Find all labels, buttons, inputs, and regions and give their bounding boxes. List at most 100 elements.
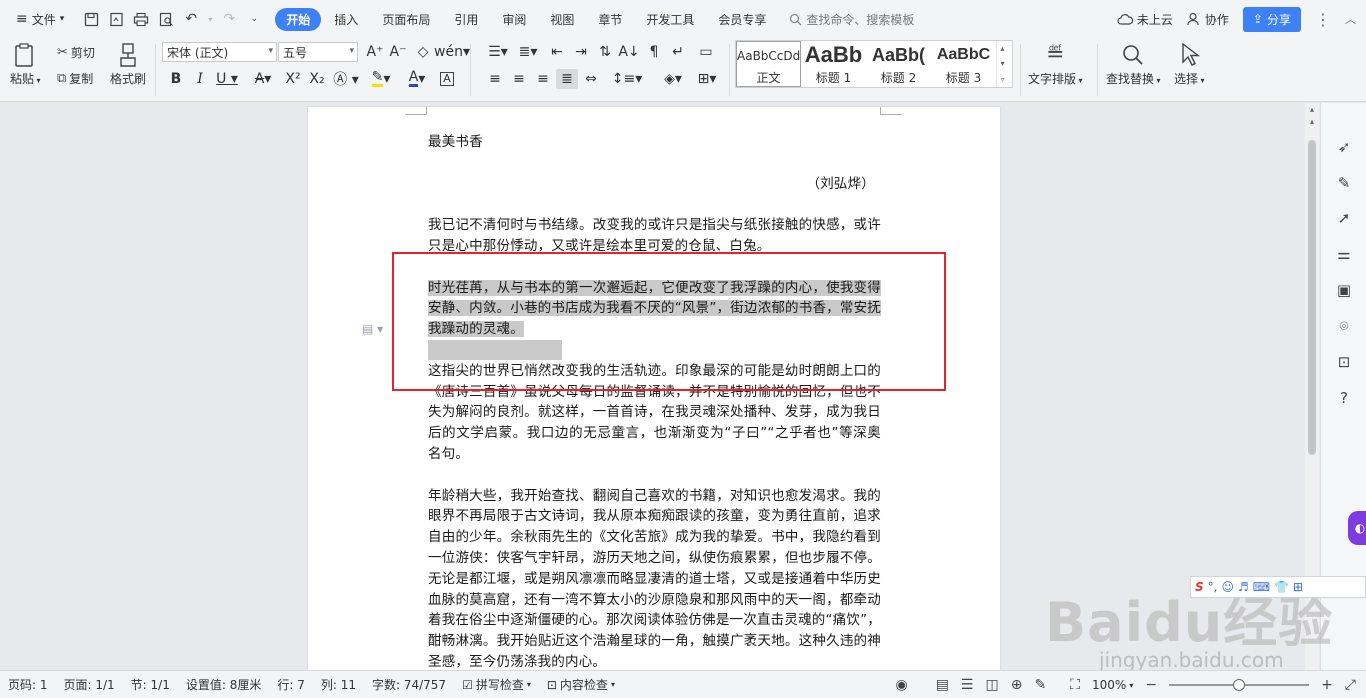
ruler-icon[interactable]: ▭ xyxy=(693,42,719,62)
more-options-icon[interactable]: ⋮ xyxy=(1315,10,1331,29)
decrease-font-size-icon[interactable]: A⁻ xyxy=(387,42,409,62)
increase-indent-icon[interactable]: ⇥ xyxy=(570,42,592,62)
font-size-select[interactable]: 五号 ▾ xyxy=(278,42,358,62)
superscript-icon[interactable]: X² xyxy=(282,69,304,89)
sliders-icon[interactable]: ⚌ xyxy=(1334,244,1354,264)
keyboard-icon[interactable]: ⌨ xyxy=(1253,580,1270,594)
cloud-status-button[interactable]: 未上云 xyxy=(1117,11,1173,28)
shading-icon[interactable]: ◈▾ xyxy=(658,69,688,89)
tab-references[interactable]: 引用 xyxy=(443,8,489,31)
paste-button[interactable]: 粘贴 ▾ xyxy=(10,42,41,87)
rocket-icon[interactable]: ➶ xyxy=(1334,137,1354,157)
phonetic-guide-icon[interactable]: wén▾ xyxy=(434,42,470,62)
emoji-icon[interactable]: ☺ xyxy=(1221,580,1234,594)
assistant-badge-icon[interactable]: ◐ xyxy=(1348,511,1366,545)
eye-protection-icon[interactable]: ◉ xyxy=(895,677,907,693)
tab-home[interactable]: 开始 xyxy=(275,7,322,31)
sort-icon[interactable]: ⇅ xyxy=(594,42,616,62)
file-menu[interactable]: ≡ 文件 ▾ xyxy=(10,9,70,30)
increase-font-size-icon[interactable]: A⁺ xyxy=(364,42,386,62)
paragraph-marks-icon[interactable]: ↵ xyxy=(667,42,689,62)
select-button[interactable]: 选择 ▾ xyxy=(1174,42,1205,87)
paragraph-2-selected[interactable]: 时光荏苒，从与书本的第一次邂逅起，它便改变了我浮躁的内心，使我变得安静、内敛。小… xyxy=(428,278,881,340)
decrease-indent-icon[interactable]: ⇤ xyxy=(546,42,568,62)
redo-icon[interactable]: ↷ xyxy=(218,8,240,30)
scroll-up-icon[interactable]: ▴ xyxy=(1305,117,1319,126)
document-page[interactable]: 最美书香 （刘弘烨） 我已记不清何时与书结缘。改变我的或许只是指尖与纸张接触的快… xyxy=(308,107,1000,670)
image-icon[interactable]: ▣ xyxy=(1334,280,1354,300)
tab-insert[interactable]: 插入 xyxy=(323,8,369,31)
chevron-down-icon[interactable]: ▾ xyxy=(1000,59,1004,68)
justify-icon[interactable]: ≣ xyxy=(556,69,578,89)
style-normal[interactable]: AaBbCcDd 正文 xyxy=(736,41,801,87)
text-layout-button[interactable]: ≝ 文字排版 ▾ xyxy=(1028,42,1083,87)
web-view-icon[interactable]: ⊕ xyxy=(1011,677,1023,693)
reading-view-icon[interactable]: ◫ xyxy=(985,677,998,693)
scrollbar-thumb[interactable] xyxy=(1308,140,1316,455)
tab-page-layout[interactable]: 页面布局 xyxy=(371,8,441,31)
customize-toolbar-icon[interactable]: ⌄ xyxy=(243,8,265,30)
distributed-align-icon[interactable]: ⇔ xyxy=(580,69,602,89)
chevron-up-icon[interactable]: ▴ xyxy=(1000,44,1004,53)
punctuation-icon[interactable]: °, xyxy=(1208,580,1218,594)
document-body[interactable]: 最美书香 （刘弘烨） 我已记不清何时与书结缘。改变我的或许只是指尖与纸张接触的快… xyxy=(428,132,881,670)
text-effect-icon[interactable]: Ⓐ ▾ xyxy=(331,69,361,89)
status-word-count[interactable]: 字数: 74/757 xyxy=(364,676,454,693)
microphone-icon[interactable]: ♬ xyxy=(1238,580,1249,594)
zoom-out-icon[interactable]: − xyxy=(1145,677,1157,693)
ime-logo-icon[interactable]: S xyxy=(1195,580,1204,594)
find-replace-button[interactable]: 查找替换 ▾ xyxy=(1106,42,1161,87)
character-border-icon[interactable]: A xyxy=(436,69,458,89)
borders-icon[interactable]: ⊞▾ xyxy=(692,69,722,89)
line-spacing-icon[interactable]: ↕≡▾ xyxy=(612,69,643,89)
expand-icon[interactable]: ▿ xyxy=(1000,75,1004,84)
page-view-icon[interactable]: ▤ xyxy=(936,677,949,693)
font-color-icon[interactable]: A ▾ xyxy=(402,69,432,89)
export-pdf-icon[interactable] xyxy=(105,8,127,30)
spell-check-button[interactable]: ☑ 拼写检查 ▾ xyxy=(454,676,539,693)
collaborate-button[interactable]: 协作 xyxy=(1187,11,1229,28)
zoom-slider[interactable] xyxy=(1169,678,1310,692)
fullscreen-icon[interactable]: ⤢ xyxy=(1345,677,1356,693)
tab-view[interactable]: 视图 xyxy=(539,8,585,31)
collapse-ribbon-icon[interactable]: ︿ xyxy=(1345,11,1356,27)
zoom-in-icon[interactable]: + xyxy=(1321,677,1333,693)
undo-icon[interactable]: ↶ xyxy=(180,8,202,30)
chevron-down-icon[interactable]: ▾ xyxy=(205,8,215,30)
scroll-up-icon[interactable]: ▴ xyxy=(1305,105,1319,114)
format-painter-button[interactable]: 格式刷 xyxy=(110,42,146,87)
bullet-list-icon[interactable]: ☰▾ xyxy=(484,42,512,62)
fit-page-icon[interactable]: ⛶ xyxy=(1070,677,1080,693)
show-marks-icon[interactable]: ¶ xyxy=(643,42,665,62)
command-search[interactable]: 查找命令、搜索模板 xyxy=(789,11,914,28)
style-heading-1[interactable]: AaBb 标题 1 xyxy=(801,41,866,87)
print-preview-icon[interactable] xyxy=(155,8,177,30)
style-heading-2[interactable]: AaBb( 标题 2 xyxy=(866,41,931,87)
align-left-icon[interactable]: ≡ xyxy=(484,69,506,89)
cut-button[interactable]: ✂ 剪切 xyxy=(57,44,95,61)
numbered-list-icon[interactable]: ≣▾ xyxy=(514,42,542,62)
help-icon[interactable]: ? xyxy=(1334,388,1354,408)
underline-icon[interactable]: U ▾ xyxy=(212,69,242,89)
align-right-icon[interactable]: ≡ xyxy=(532,69,554,89)
style-heading-3[interactable]: AaBbC 标题 3 xyxy=(931,41,996,87)
location-icon[interactable]: ⌾ xyxy=(1334,316,1354,336)
share-button[interactable]: ⇪ 分享 xyxy=(1242,6,1301,32)
copy-button[interactable]: ⧉ 复制 xyxy=(57,70,93,87)
tab-review[interactable]: 审阅 xyxy=(491,8,537,31)
bold-icon[interactable]: B xyxy=(165,69,187,89)
pen-icon[interactable]: ✎ xyxy=(1034,677,1046,693)
tab-section[interactable]: 章节 xyxy=(587,8,633,31)
highlight-color-icon[interactable]: ✎ ▾ xyxy=(366,69,396,89)
styles-scroller[interactable]: ▴ ▾ ▿ xyxy=(996,41,1008,87)
align-center-icon[interactable]: ≡ xyxy=(508,69,530,89)
content-check-button[interactable]: ⊡ 内容检查 ▾ xyxy=(539,676,623,693)
print-icon[interactable] xyxy=(130,8,152,30)
tab-developer[interactable]: 开发工具 xyxy=(635,8,705,31)
zoom-dropdown[interactable]: 100% ▾ xyxy=(1092,678,1133,692)
cursor-icon[interactable]: ➚ xyxy=(1334,208,1354,228)
save-icon[interactable] xyxy=(80,8,102,30)
clear-formatting-icon[interactable]: ◇ xyxy=(412,42,434,62)
book-icon[interactable]: ⊡ xyxy=(1334,352,1354,372)
pen-icon[interactable]: ✎ xyxy=(1334,173,1354,193)
